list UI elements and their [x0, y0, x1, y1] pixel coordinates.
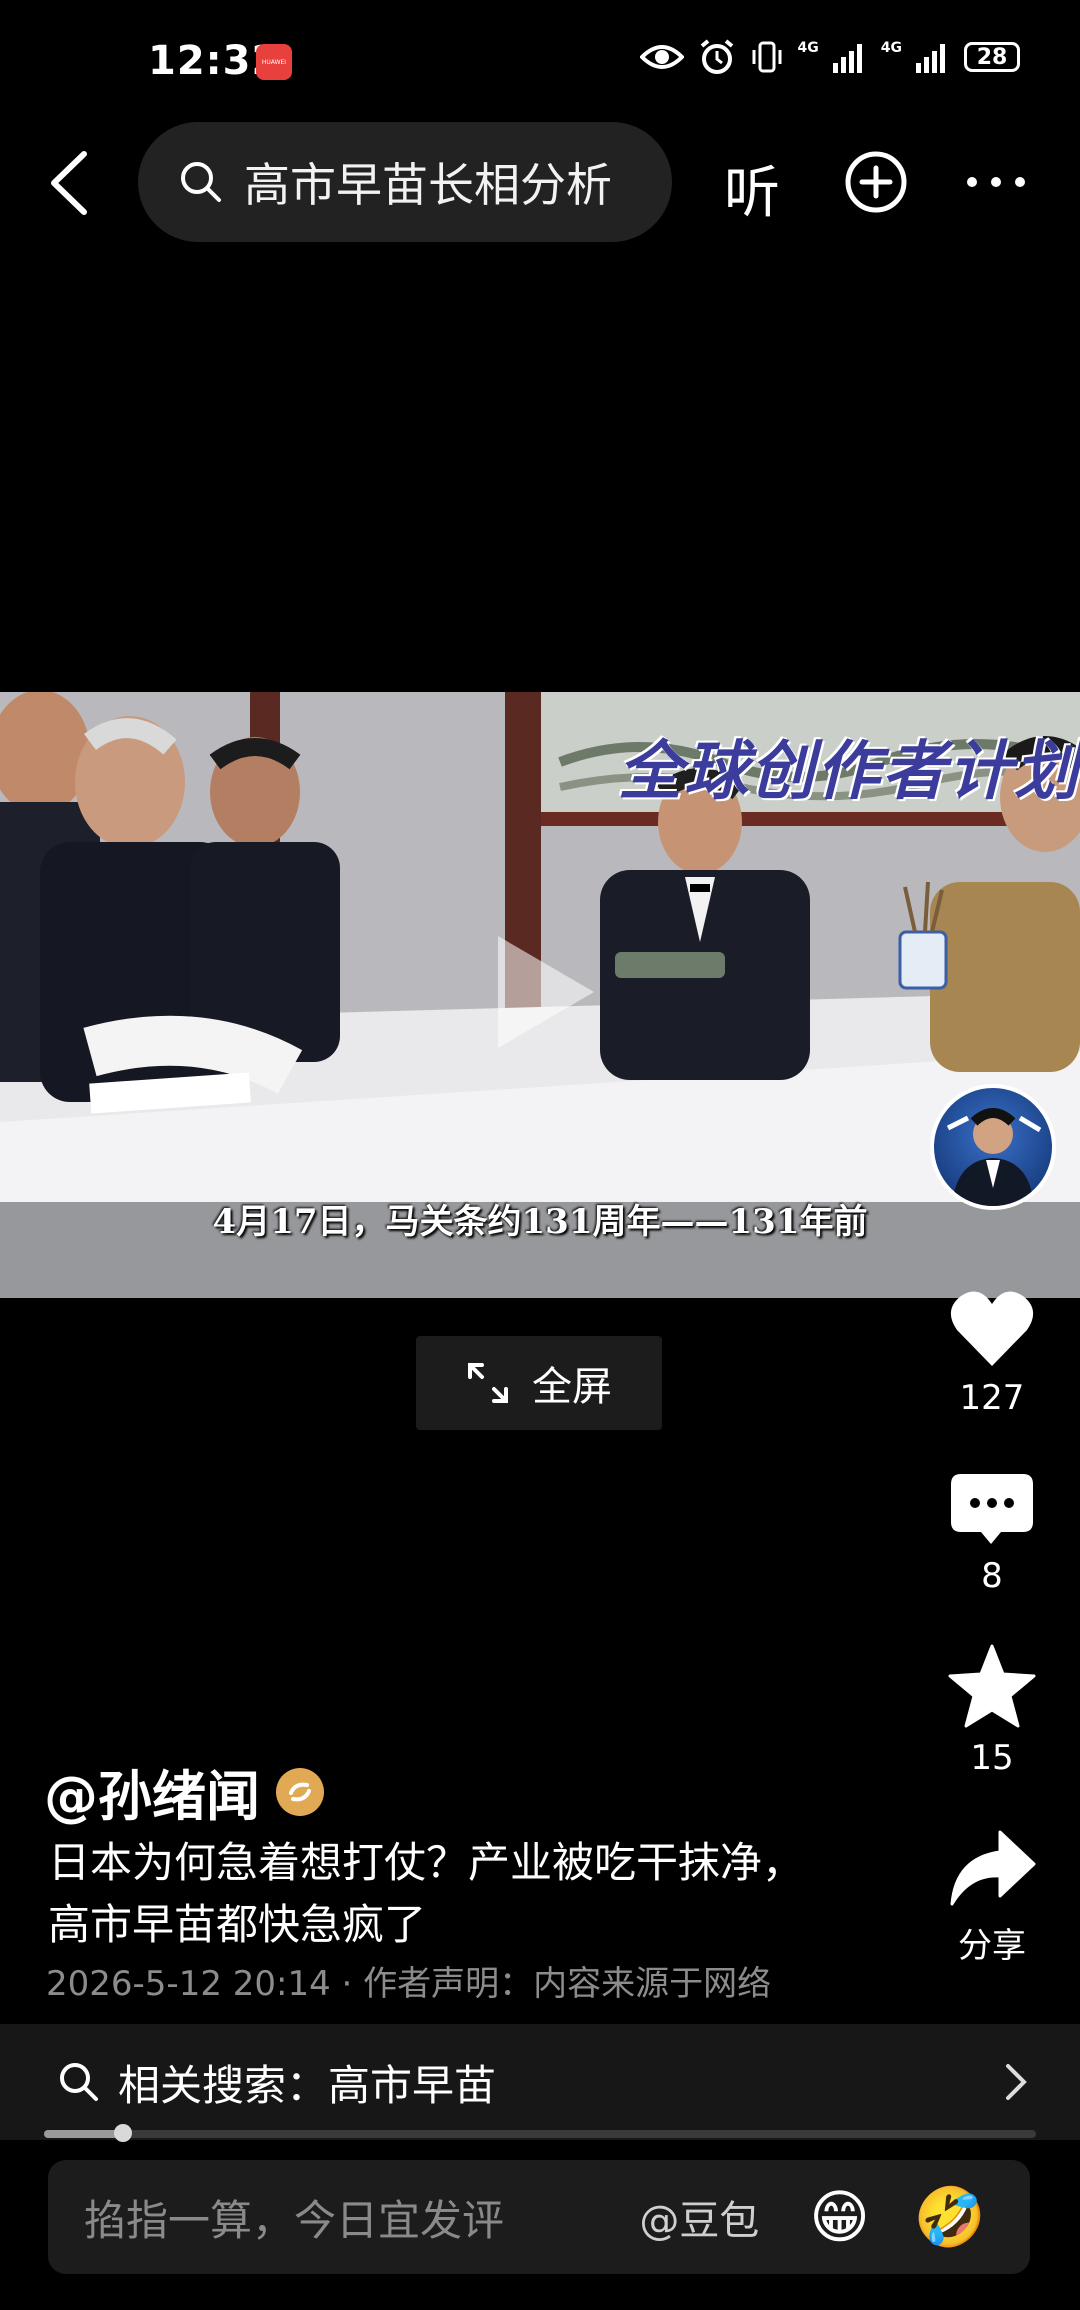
related-search-bar[interactable]: 相关搜索：高市早苗 — [0, 2024, 1080, 2140]
related-search-label: 相关搜索：高市早苗 — [118, 2060, 497, 2110]
comment-count: 8 — [981, 1556, 1003, 1596]
mention-doubao-button[interactable]: @豆包 — [639, 2188, 759, 2246]
search-icon — [60, 2063, 98, 2101]
avatar-image — [946, 1108, 1042, 1206]
comment-placeholder: 掐指一算，今日宜发评 — [84, 2195, 505, 2245]
signal-icon-1 — [832, 44, 862, 73]
video-watermark: 全球创作者计划 — [618, 735, 1080, 809]
search-query: 高市早苗长相分析 — [244, 158, 612, 212]
huawei-label: HUAWEI — [261, 58, 287, 66]
video-player[interactable]: 全球创作者计划 4月17日，马关条约131周年——131年前 — [0, 692, 1080, 1298]
like-action[interactable]: 127 — [922, 1288, 1062, 1418]
heart-icon — [950, 1291, 1034, 1366]
progress-fill — [44, 2130, 124, 2138]
play-icon[interactable] — [498, 936, 594, 1048]
author-name-row[interactable]: @孙绪闻 — [44, 1752, 324, 1831]
vibrate-icon — [752, 41, 782, 73]
share-arrow-icon — [950, 1830, 1036, 1906]
network-label-1: 4G — [797, 40, 819, 56]
favorite-count: 15 — [970, 1738, 1014, 1778]
chevron-right-icon — [1006, 2064, 1027, 2100]
share-action[interactable]: 分享 — [922, 1828, 1062, 1967]
add-icon[interactable] — [844, 150, 908, 214]
signal-icon-2 — [916, 44, 945, 73]
battery-indicator: 28 — [964, 42, 1020, 72]
like-count: 127 — [959, 1378, 1025, 1418]
status-icons: 4G 4G 28 — [639, 38, 1020, 76]
alarm-icon — [700, 39, 733, 74]
progress-track[interactable] — [44, 2130, 1036, 2138]
author-name[interactable]: @孙绪闻 — [44, 1752, 260, 1831]
comment-action[interactable]: 8 — [922, 1474, 1062, 1596]
listen-button[interactable]: 听 — [724, 148, 780, 229]
expand-icon — [468, 1363, 508, 1403]
network-label-2: 4G — [880, 40, 902, 56]
back-arrow-icon[interactable] — [44, 148, 94, 218]
comment-input[interactable]: 掐指一算，今日宜发评 @豆包 😁 🤣 — [48, 2160, 1030, 2274]
more-options-icon[interactable] — [966, 176, 1026, 188]
comment-icon — [951, 1474, 1033, 1544]
fullscreen-label: 全屏 — [532, 1364, 612, 1410]
battery-level: 28 — [976, 44, 1008, 70]
video-subtitle: 4月17日，马关条约131周年——131年前 — [212, 1202, 868, 1242]
eye-icon — [639, 45, 684, 69]
huawei-app-icon: HUAWEI — [256, 44, 292, 80]
creator-avatar[interactable] — [930, 1084, 1056, 1210]
search-icon — [181, 162, 221, 202]
post-meta: 2026-5-12 20:14 · 作者声明：内容来源于网络 — [46, 1964, 772, 2004]
post-description: 日本为何急着想打仗？产业被吃干抹净，高市早苗都快急疯了 — [48, 1838, 805, 1949]
fullscreen-button[interactable]: 全屏 — [416, 1336, 662, 1430]
search-bar[interactable]: 高市早苗长相分析 — [138, 122, 672, 242]
verified-badge-icon — [276, 1767, 324, 1816]
grin-emoji-icon[interactable]: 😁 — [809, 2183, 869, 2251]
laugh-emoji-icon[interactable]: 🤣 — [914, 2183, 986, 2252]
share-label: 分享 — [958, 1926, 1026, 1966]
star-icon — [948, 1644, 1036, 1728]
favorite-action[interactable]: 15 — [922, 1644, 1062, 1778]
